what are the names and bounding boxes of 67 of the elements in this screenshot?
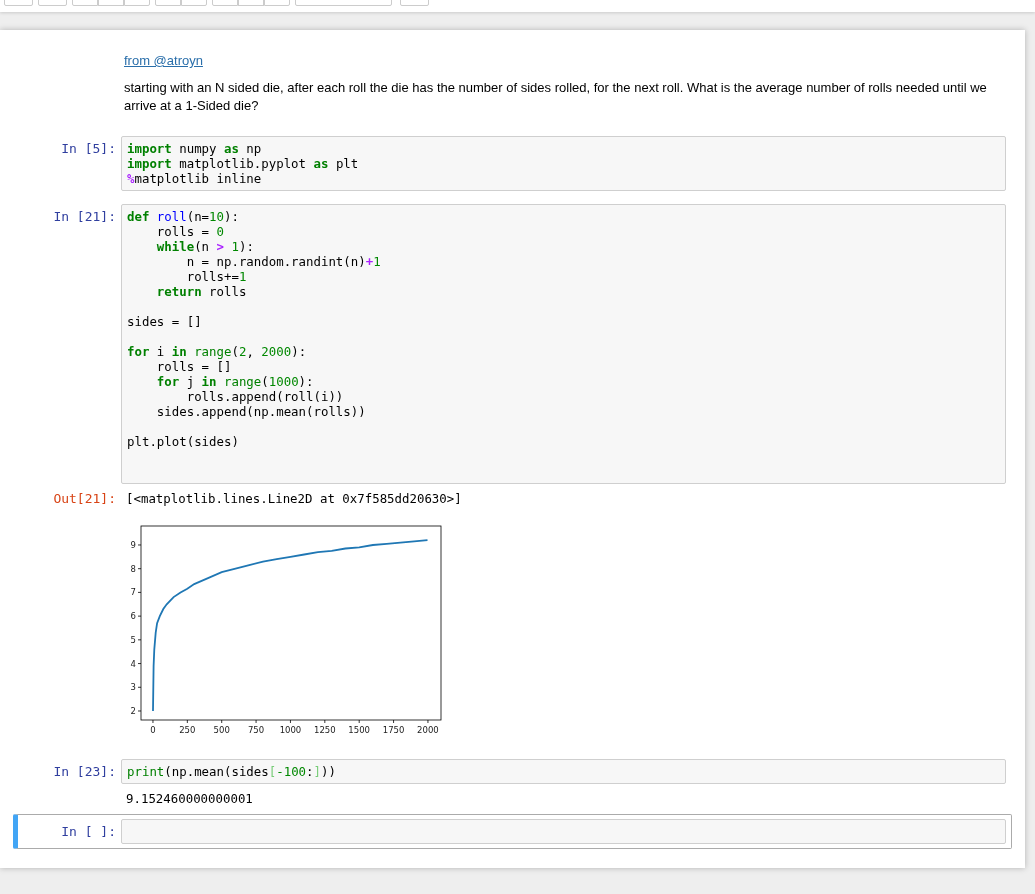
x-tick-label: 1250 xyxy=(314,719,336,735)
output-prompt: Out[21]: xyxy=(52,490,117,508)
code-cell[interactable]: In [23]: print(np.mean(sides[-100:])) 9.152460000000001 xyxy=(13,754,1012,811)
x-tick-label: 1500 xyxy=(348,719,370,735)
x-tick-label: 1500 xyxy=(348,725,371,735)
code-input[interactable]: print(np.mean(sides[-100:])) xyxy=(121,759,1006,784)
code-line: return rolls xyxy=(155,284,248,299)
y-tick-label: 2 xyxy=(130,706,142,716)
code-line: rolls+=1 xyxy=(185,269,248,284)
output-text: [<matplotlib.lines.Line2D at 0x7f585dd20630>] xyxy=(125,490,463,506)
code-line: for j in range(1000): xyxy=(155,374,315,389)
x-tick-label: 1250 xyxy=(314,725,336,735)
source-link[interactable]: from @atroyn xyxy=(124,53,203,68)
x-tick-label: 0 xyxy=(150,725,156,735)
y-tick-label: 4 xyxy=(130,658,136,669)
y-tick-label: 7 xyxy=(130,587,142,598)
input-prompt: In [21]: xyxy=(52,208,117,226)
y-tick-label: 3 xyxy=(130,682,136,693)
code-line: plt.plot(sides) xyxy=(127,434,240,449)
output-text: 9.152460000000001 xyxy=(125,790,254,806)
x-tick-label: 750 xyxy=(247,725,265,735)
code-input[interactable] xyxy=(121,204,1006,484)
x-tick-label: 750 xyxy=(247,719,265,735)
x-tick-label: 1750 xyxy=(382,725,405,735)
y-tick-label: 2 xyxy=(130,705,136,716)
input-prompt: In [5]: xyxy=(60,140,117,158)
description-text: starting with an N sided die, after each roll the die has the number of sides rolled, for the next roll. What is the average number of rolls needed until we arrive at a 1-Sided die? xyxy=(124,79,988,115)
x-tick-label: 250 xyxy=(179,719,196,735)
x-tick-label: 2000 xyxy=(417,719,439,735)
y-tick-label: 5 xyxy=(130,634,142,645)
code-cell[interactable]: In [ ]: xyxy=(13,814,1012,849)
x-tick-label: 250 xyxy=(179,725,196,735)
x-tick-label: 2000 xyxy=(417,725,439,735)
y-tick-label: 5 xyxy=(130,634,136,645)
input-prompt: In [ ]: xyxy=(60,823,117,841)
code-line: sides.append(np.mean(rolls)) xyxy=(155,404,367,419)
x-tick-label: 500 xyxy=(213,719,230,735)
code-line: rolls.append(roll(i)) xyxy=(185,389,345,404)
code-line: %matplotlib inline xyxy=(127,171,263,186)
code-line: import numpy as np xyxy=(127,141,263,156)
y-tick-label: 9 xyxy=(130,539,136,550)
code-line: import matplotlib.pyplot as plt xyxy=(127,156,360,171)
code-line: rolls = 0 xyxy=(155,224,225,239)
y-tick-label: 6 xyxy=(130,611,136,622)
y-tick-label: 8 xyxy=(130,563,136,574)
code-line: def roll(n=10): xyxy=(127,209,240,224)
code-cell[interactable]: In [5]: import numpy as np import matplotlib.pyplot as plt %matplotlib inline xyxy=(13,131,1012,196)
x-tick-label: 1000 xyxy=(279,719,302,735)
code-line: for i in range(2, 2000): xyxy=(127,344,308,359)
y-tick-label: 6 xyxy=(130,611,142,622)
y-tick-label: 7 xyxy=(130,587,136,598)
code-line: while(n > 1): xyxy=(155,239,255,254)
y-tick-label: 3 xyxy=(130,682,142,693)
input-prompt: In [23]: xyxy=(52,763,117,781)
x-tick-label: 1000 xyxy=(279,725,302,735)
x-tick-label: 500 xyxy=(213,725,230,735)
code-line: rolls = [] xyxy=(155,359,233,374)
x-tick-label: 0 xyxy=(150,719,156,735)
y-tick-label: 9 xyxy=(130,539,142,550)
code-line: n = np.random.randint(n)+1 xyxy=(185,254,382,269)
code-input[interactable] xyxy=(121,819,1006,844)
code-line: print(np.mean(sides[-100:])) xyxy=(127,764,337,779)
y-tick-label: 4 xyxy=(130,658,142,669)
code-input[interactable]: import numpy as np import matplotlib.pyplot as plt %matplotlib inline xyxy=(121,136,1006,191)
x-tick-label: 1750 xyxy=(382,719,405,735)
code-line: sides = [] xyxy=(127,314,203,329)
y-tick-label: 8 xyxy=(130,563,142,574)
